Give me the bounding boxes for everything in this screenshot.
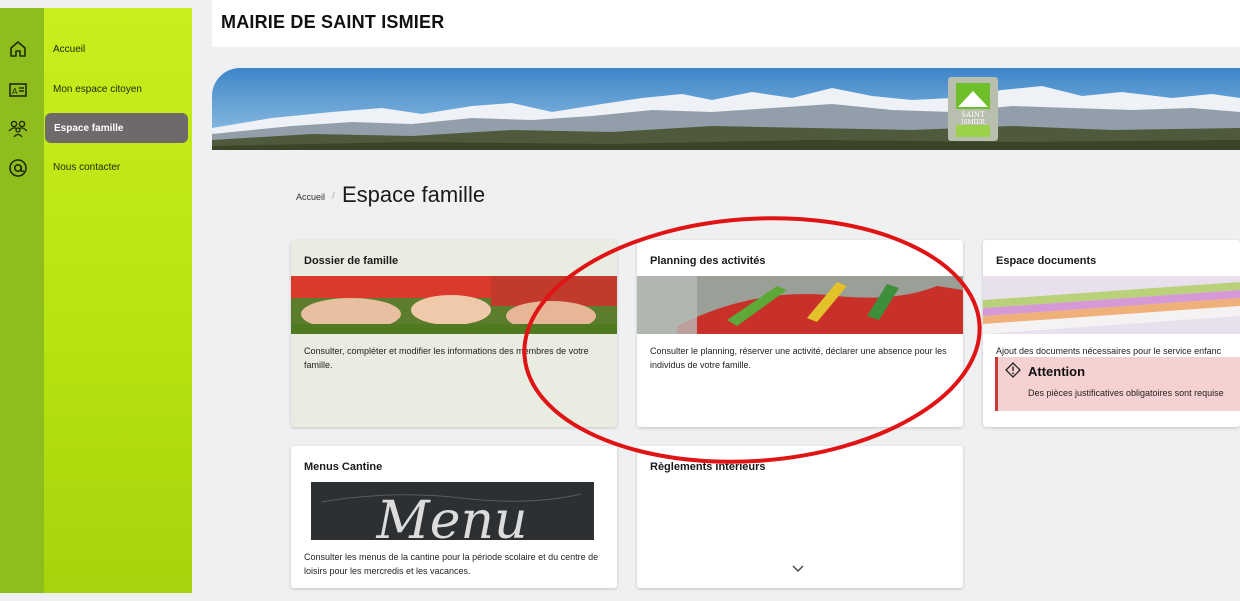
card-description: Ajout des documents nécessaires pour le … — [996, 346, 1222, 356]
alert-text: Des pièces justificatives obligatoires s… — [1028, 388, 1224, 398]
alert-title: Attention — [1028, 364, 1086, 379]
icon-rail: A — [0, 8, 44, 593]
painted-hand-photo — [637, 276, 963, 334]
sidebar-item-label: Accueil — [53, 43, 86, 55]
mountain-landscape-image — [212, 68, 1240, 150]
breadcrumb-home-link[interactable]: Accueil — [296, 192, 325, 202]
sidebar-item-label: Espace famille — [54, 122, 124, 134]
chevron-down-icon[interactable] — [791, 564, 805, 574]
sidebar-item-label: Nous contacter — [53, 161, 121, 173]
card-title: Menus Cantine — [304, 461, 383, 473]
svg-text:ISMIER: ISMIER — [961, 119, 985, 126]
saint-ismier-logo: SAINT ISMIER — [948, 77, 998, 141]
at-sign-icon[interactable] — [8, 158, 28, 178]
attention-alert: Attention Des pièces justificatives obli… — [995, 357, 1240, 411]
card-title: Règlements intérieurs — [650, 461, 766, 473]
card-description: Consulter les menus de la cantine pour l… — [304, 552, 599, 576]
page-title: Espace famille — [342, 182, 486, 207]
svg-text:A: A — [12, 87, 18, 96]
breadcrumb-separator: / — [332, 191, 335, 202]
sidebar-item-nous-contacter[interactable]: Nous contacter — [44, 152, 188, 182]
card-espace-documents[interactable]: Espace documents Ajout des documents néc… — [983, 240, 1240, 427]
sidebar: Accueil Mon espace citoyen Espace famill… — [44, 8, 192, 593]
sidebar-item-espace-famille[interactable]: Espace famille — [45, 113, 188, 143]
chalkboard-menu-photo: Menu — [311, 482, 594, 540]
card-title: Planning des activités — [650, 255, 766, 267]
card-dossier-de-famille[interactable]: Dossier de famille Consulter, compléter … — [291, 240, 617, 427]
svg-text:SAINT: SAINT — [961, 111, 985, 119]
card-description: Consulter, compléter et modifier les inf… — [304, 346, 589, 370]
warning-icon — [1005, 362, 1021, 378]
sidebar-item-accueil[interactable]: Accueil — [44, 34, 188, 64]
id-card-icon[interactable]: A — [8, 80, 28, 100]
sidebar-item-mon-espace-citoyen[interactable]: Mon espace citoyen — [44, 74, 188, 104]
card-planning-des-activites[interactable]: Planning des activités Consulter le plan… — [637, 240, 963, 427]
card-menus-cantine[interactable]: Menus Cantine Menu Consulter les menus d… — [291, 446, 617, 588]
page-header-title: MAIRIE DE SAINT ISMIER — [221, 12, 445, 32]
card-description: Consulter le planning, réserver une acti… — [650, 346, 947, 370]
family-icon[interactable] — [8, 118, 28, 138]
card-title: Espace documents — [996, 255, 1097, 267]
card-title: Dossier de famille — [304, 255, 399, 267]
mountain-banner: SAINT ISMIER — [212, 68, 1240, 150]
home-icon[interactable] — [8, 39, 28, 59]
card-reglements-interieurs[interactable]: Règlements intérieurs — [637, 446, 963, 588]
sidebar-item-label: Mon espace citoyen — [53, 83, 142, 95]
documents-photo — [983, 276, 1240, 334]
feet-photo — [291, 276, 617, 334]
header: MAIRIE DE SAINT ISMIER — [212, 0, 1240, 47]
menu-chalk-text: Menu — [376, 491, 528, 540]
